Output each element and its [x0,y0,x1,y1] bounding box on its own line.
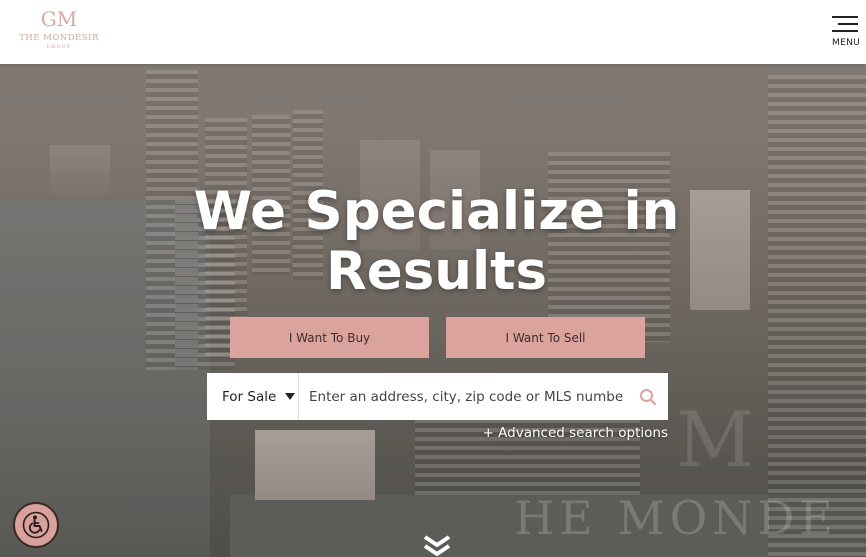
headline-line-2: Results [325,241,548,302]
hero-headline: We Specialize in Results [0,182,866,302]
logo-monogram: GM [40,7,78,31]
caret-down-icon [285,393,296,400]
site-header: GM THE MONDESIR GROUP MENU [0,0,866,64]
site-logo[interactable]: GM THE MONDESIR GROUP [13,6,105,58]
headline-line-1: We Specialize in [193,181,680,242]
search-input[interactable] [299,373,628,420]
menu-label: MENU [832,38,860,48]
search-button[interactable] [628,373,668,420]
advanced-search-link[interactable]: + Advanced search options [483,425,668,441]
logo-subtitle: GROUP [46,44,72,50]
accessibility-button[interactable] [13,502,59,548]
want-to-sell-button[interactable]: I Want To Sell [446,317,645,358]
property-search-bar: For Sale [207,373,668,420]
logo-name: THE MONDESIR [19,33,99,43]
menu-button[interactable]: MENU [828,12,860,52]
scroll-down-button[interactable] [423,535,451,557]
want-to-buy-button[interactable]: I Want To Buy [230,317,429,358]
listing-type-select[interactable]: For Sale [207,373,299,420]
accessibility-icon [22,511,50,539]
watermark-logo: M [676,395,754,484]
watermark-text: HE MONDE [514,491,838,545]
listing-type-value: For Sale [222,388,277,405]
double-chevron-down-icon [423,535,451,556]
search-icon [640,388,657,405]
hamburger-icon [832,16,858,37]
